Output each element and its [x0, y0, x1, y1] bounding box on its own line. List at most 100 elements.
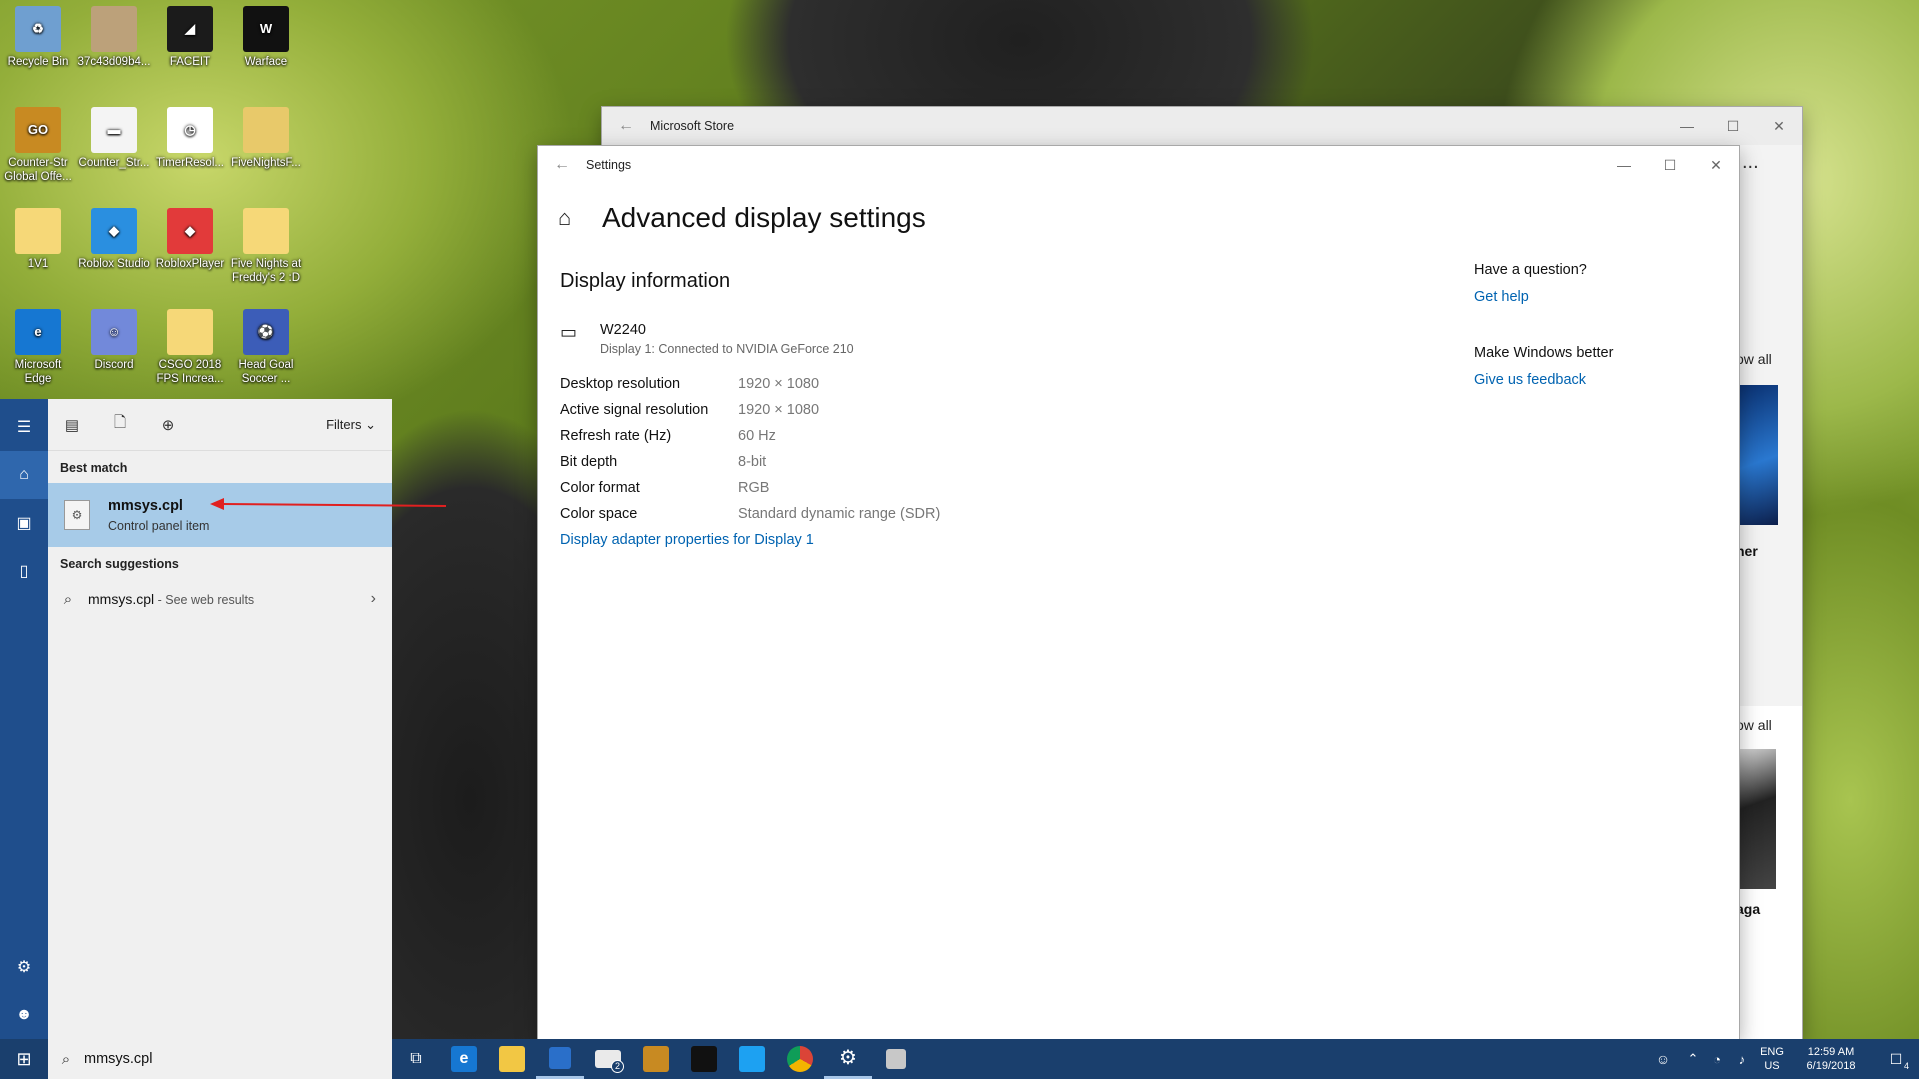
mail-icon[interactable]: 2 — [584, 1039, 632, 1079]
csgo-taskbar-icon[interactable] — [632, 1039, 680, 1079]
adapter-properties-link[interactable]: Display adapter properties for Display 1 — [560, 532, 814, 548]
info-row: Bit depth 8-bit — [560, 449, 940, 475]
desktop-icon[interactable]: ♻ Recycle Bin — [0, 0, 76, 69]
action-center-icon[interactable]: ☐ 4 — [1873, 1051, 1919, 1071]
feedback-person-icon[interactable]: ☻ — [0, 991, 48, 1039]
web-filter-icon[interactable]: ⊕ — [144, 416, 192, 434]
info-label: Color format — [560, 480, 640, 496]
search-icon: ⌕ — [63, 590, 73, 608]
taskbar: ⊞ ⌕ mmsys.cpl ⧉ e 2 ⚙ ☺ ⌃ ◔ ♪ ENG US 12:5… — [0, 1039, 1919, 1079]
result-subtitle: Control panel item — [108, 518, 210, 533]
app-icon: ☺ — [91, 309, 137, 355]
more-options-icon[interactable]: ... — [1742, 151, 1759, 174]
clock[interactable]: 12:59 AM 6/19/2018 — [1789, 1045, 1873, 1073]
desktop-icon[interactable]: W Warface — [228, 0, 304, 69]
apps-filter-icon[interactable]: ▤ — [48, 416, 96, 434]
minimize-icon[interactable]: — — [1601, 157, 1647, 174]
back-arrow-icon[interactable]: ← — [602, 117, 650, 135]
web-suggestion-item[interactable]: ⌕ mmsys.cpl - See web results › — [48, 579, 392, 619]
settings-gear-icon[interactable]: ⚙ — [0, 943, 48, 991]
chevron-right-icon: › — [370, 590, 376, 607]
show-all-link[interactable]: ow all — [1736, 351, 1772, 367]
home-icon[interactable]: ⌂ — [558, 205, 594, 231]
close-icon[interactable]: ✕ — [1756, 118, 1802, 135]
info-label: Active signal resolution — [560, 402, 709, 418]
monitor-icon: ▭ — [560, 322, 578, 342]
minimize-icon[interactable]: — — [1664, 118, 1710, 135]
app-icon: ◢ — [167, 6, 213, 52]
hamburger-menu-icon[interactable]: ☰ — [0, 403, 48, 451]
show-all-link-2[interactable]: ow all — [1736, 717, 1772, 733]
desktop-icon[interactable]: GO Counter-Str Global Offe... — [0, 101, 76, 184]
info-value: Standard dynamic range (SDR) — [738, 506, 941, 522]
language-indicator[interactable]: ENG US — [1755, 1045, 1789, 1073]
chrome-icon[interactable] — [776, 1039, 824, 1079]
app-icon: ◷ — [167, 107, 213, 153]
app-icon: e — [15, 309, 61, 355]
result-title: mmsys.cpl — [108, 497, 183, 514]
network-icon[interactable]: ◔ — [1705, 1052, 1729, 1067]
desktop-icon[interactable]: ◢ FACEIT — [152, 0, 228, 69]
desktop-icon[interactable]: 1V1 — [0, 202, 76, 271]
desktop-icon[interactable]: 37c43d09b4... — [76, 0, 152, 69]
give-feedback-link[interactable]: Give us feedback — [1474, 372, 1613, 388]
settings-window[interactable]: ← Settings — ☐ ✕ ⌂ Advanced display sett… — [538, 146, 1739, 1039]
desktop-icon[interactable]: ◷ TimerResol... — [152, 101, 228, 170]
documents-filter-icon[interactable]: 🗋 — [96, 412, 144, 437]
faceit-taskbar-icon[interactable] — [680, 1039, 728, 1079]
suggestion-text: mmsys.cpl — [88, 591, 155, 607]
tile-1-caption: her — [1736, 543, 1758, 559]
desktop-icon[interactable]: FiveNightsF... — [228, 101, 304, 170]
file-explorer-icon[interactable] — [488, 1039, 536, 1079]
desktop-icon[interactable]: ▬ Counter_Str... — [76, 101, 152, 170]
start-button[interactable]: ⊞ — [0, 1039, 48, 1079]
feedback-heading: Make Windows better — [1474, 345, 1614, 361]
desktop-icon-label: RobloxPlayer — [155, 258, 225, 270]
store-taskbar-icon[interactable] — [536, 1039, 584, 1079]
section-title: Display information — [560, 270, 731, 292]
people-icon[interactable]: ☺ — [1645, 1051, 1681, 1067]
desktop-icon[interactable]: ◆ RobloxPlayer — [152, 202, 228, 271]
info-row: Refresh rate (Hz) 60 Hz — [560, 423, 940, 449]
search-icon: ⌕ — [61, 1050, 71, 1068]
maximize-icon[interactable]: ☐ — [1710, 118, 1756, 135]
red-arrow-annotation — [210, 498, 447, 510]
get-help-link[interactable]: Get help — [1474, 289, 1613, 305]
control-panel-taskbar-icon[interactable] — [872, 1039, 920, 1079]
device-icon[interactable]: ▯ — [0, 547, 48, 595]
desktop-icon[interactable]: ☺ Discord — [76, 303, 152, 372]
app-icon: GO — [15, 107, 61, 153]
desktop-icon-label: Head Goal Soccer ... — [238, 359, 294, 385]
desktop-icon-label: Counter_Str... — [78, 157, 150, 169]
edge-taskbar-icon[interactable]: e — [440, 1039, 488, 1079]
notebook-icon[interactable]: ▣ — [0, 499, 48, 547]
task-view-icon[interactable]: ⧉ — [392, 1039, 440, 1079]
best-match-result[interactable]: ⚙ mmsys.cpl Control panel item — [48, 483, 392, 547]
best-match-heading: Best match — [60, 461, 128, 475]
volume-icon[interactable]: ♪ — [1729, 1052, 1755, 1067]
desktop-icon[interactable]: Five Nights at Freddy's 2 :D — [228, 202, 304, 285]
desktop-icon-label: Warface — [244, 56, 288, 68]
page-title: Advanced display settings — [602, 202, 926, 233]
chevron-up-icon[interactable]: ⌃ — [1681, 1051, 1705, 1067]
desktop-icon[interactable]: CSGO 2018 FPS Increa... — [152, 303, 228, 386]
info-label: Color space — [560, 506, 638, 522]
filters-dropdown[interactable]: Filters ⌄ — [326, 417, 376, 433]
store-tile-2[interactable] — [1736, 749, 1776, 889]
desktop-icon-label: Recycle Bin — [7, 56, 69, 68]
suggestion-hint: - See web results — [154, 593, 255, 607]
desktop-icon[interactable]: ◆ Roblox Studio — [76, 202, 152, 271]
twitter-icon[interactable] — [728, 1039, 776, 1079]
maximize-icon[interactable]: ☐ — [1647, 157, 1693, 174]
desktop-icon[interactable]: e Microsoft Edge — [0, 303, 76, 386]
monitor-connection: Display 1: Connected to NVIDIA GeForce 2… — [600, 342, 854, 356]
home-icon[interactable]: ⌂ — [0, 451, 48, 499]
back-arrow-icon[interactable]: ← — [538, 156, 586, 174]
info-row: Desktop resolution 1920 × 1080 — [560, 371, 940, 397]
store-tile-1[interactable] — [1736, 385, 1778, 525]
close-icon[interactable]: ✕ — [1693, 157, 1739, 174]
desktop-icon[interactable]: ⚽ Head Goal Soccer ... — [228, 303, 304, 386]
taskbar-search-box[interactable]: ⌕ mmsys.cpl — [48, 1039, 392, 1079]
monitor-name: W2240 — [600, 322, 646, 338]
settings-gear-icon[interactable]: ⚙ — [824, 1039, 872, 1079]
